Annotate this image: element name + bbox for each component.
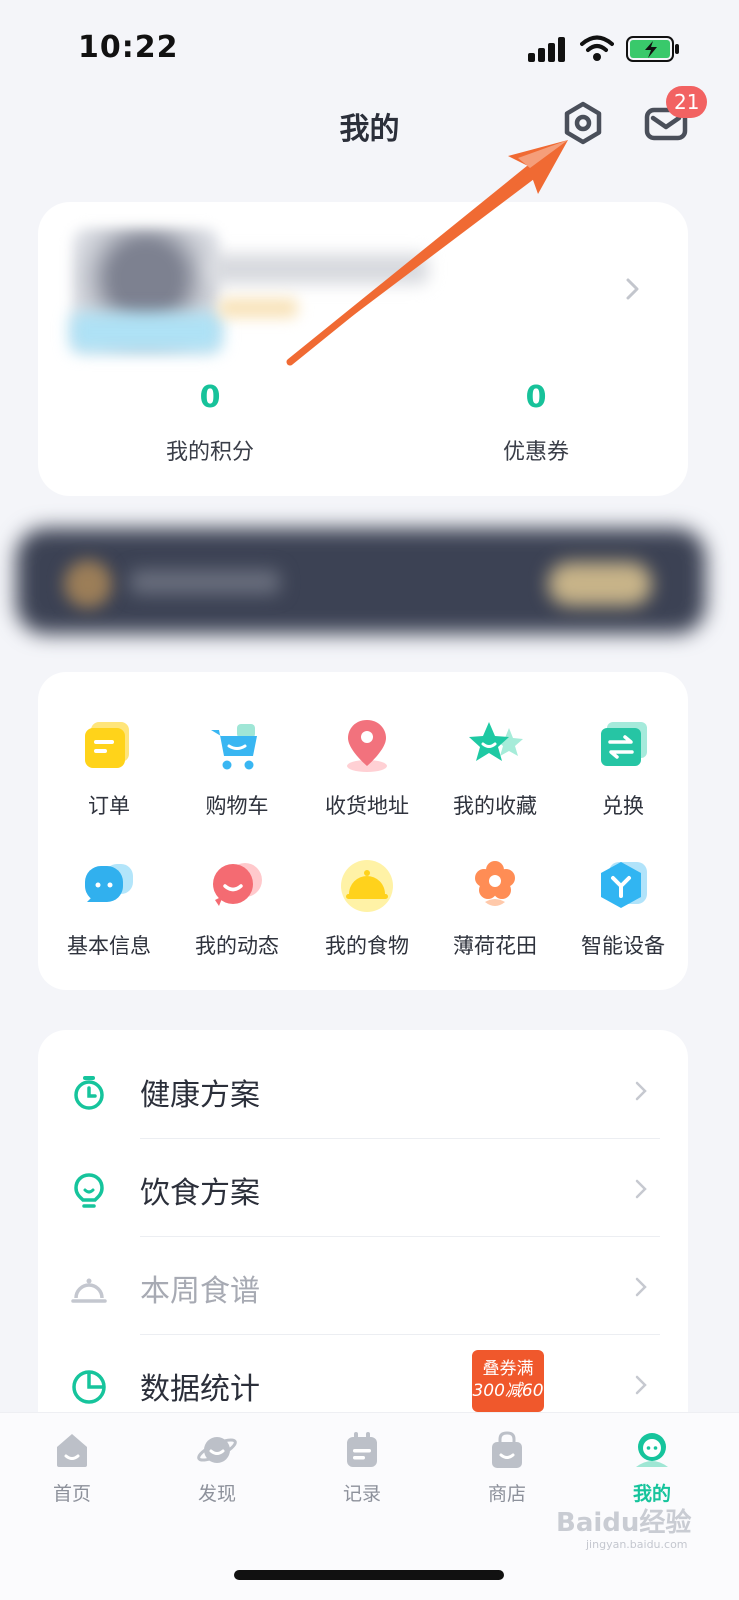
battery-icon bbox=[626, 36, 679, 62]
coupons-value: 0 bbox=[525, 380, 547, 415]
points-value: 0 bbox=[199, 380, 221, 415]
shortcut-label: 购物车 bbox=[205, 794, 269, 818]
star-icon bbox=[469, 722, 523, 761]
status-time: 10:22 bbox=[78, 30, 179, 65]
planet-icon bbox=[197, 1437, 237, 1463]
shortcut-label: 智能设备 bbox=[581, 934, 665, 958]
tab-records[interactable]: 记录 bbox=[307, 1429, 417, 1506]
shortcut-label: 薄荷花田 bbox=[453, 934, 537, 958]
smart-device-icon bbox=[601, 862, 647, 908]
divider bbox=[140, 1334, 660, 1335]
shortcut-label: 我的食物 bbox=[325, 934, 409, 958]
chevron-right-icon bbox=[635, 1179, 647, 1199]
cloche-icon bbox=[71, 1278, 107, 1303]
wifi-icon bbox=[580, 35, 614, 61]
shopping-bag-icon bbox=[492, 1431, 522, 1468]
flower-icon bbox=[475, 861, 515, 906]
menu-item-diet-plan[interactable]: 饮食方案 bbox=[38, 1140, 688, 1238]
tab-label: 商店 bbox=[487, 1483, 526, 1505]
shortcut-label: 订单 bbox=[88, 794, 130, 818]
smile-bubble-icon bbox=[213, 863, 262, 906]
points-stat[interactable]: 0 我的积分 bbox=[100, 378, 320, 466]
banner-action-button[interactable] bbox=[548, 562, 652, 606]
shortcut-order[interactable]: 订单 bbox=[44, 716, 174, 836]
cellular-signal-icon bbox=[528, 36, 568, 62]
tab-shop[interactable]: 商店 bbox=[452, 1429, 562, 1506]
pie-chart-icon bbox=[72, 1370, 106, 1404]
menu-item-label: 饮食方案 bbox=[140, 1176, 260, 1211]
calendar-icon bbox=[347, 1432, 377, 1467]
promo-line2: 300减60 bbox=[472, 1381, 544, 1401]
coupons-stat[interactable]: 0 优惠券 bbox=[426, 378, 646, 466]
tab-me[interactable]: 我的 bbox=[597, 1429, 707, 1506]
divider bbox=[140, 1138, 660, 1139]
shortcut-exchange[interactable]: 兑换 bbox=[558, 716, 688, 836]
promo-line1: 叠券满 bbox=[482, 1359, 534, 1379]
food-cloche-icon bbox=[341, 860, 393, 912]
shortcut-label: 我的动态 bbox=[195, 934, 279, 958]
shortcut-moments[interactable]: 我的动态 bbox=[172, 856, 302, 976]
shortcut-favorites[interactable]: 我的收藏 bbox=[430, 716, 560, 836]
tab-label: 记录 bbox=[342, 1483, 381, 1505]
shortcut-cart[interactable]: 购物车 bbox=[172, 716, 302, 836]
shortcut-flower-field[interactable]: 薄荷花田 bbox=[430, 856, 560, 976]
profile-card[interactable]: 0 我的积分 0 优惠券 bbox=[38, 202, 688, 496]
me-icon bbox=[636, 1433, 668, 1467]
cart-icon bbox=[211, 724, 257, 770]
order-icon bbox=[85, 722, 129, 768]
menu-item-label: 本周食谱 bbox=[140, 1274, 260, 1309]
shortcut-label: 基本信息 bbox=[67, 934, 151, 958]
chevron-right-icon bbox=[635, 1081, 647, 1101]
avatar-blurred-band bbox=[70, 312, 222, 352]
coupons-label: 优惠券 bbox=[502, 440, 569, 465]
timer-icon bbox=[74, 1076, 104, 1110]
shop-promo-badge[interactable]: 叠券满 300减60 bbox=[472, 1350, 544, 1420]
shortcut-basic-info[interactable]: 基本信息 bbox=[44, 856, 174, 976]
settings-gear-icon[interactable] bbox=[560, 100, 606, 146]
menu-list: 健康方案 饮食方案 本周食谱 数据统计 bbox=[38, 1030, 688, 1450]
location-pin-icon bbox=[347, 720, 387, 772]
banner-coin-icon bbox=[64, 560, 112, 608]
chevron-right-icon bbox=[626, 278, 639, 300]
home-icon bbox=[57, 1434, 87, 1467]
shortcut-my-food[interactable]: 我的食物 bbox=[302, 856, 432, 976]
menu-item-label: 数据统计 bbox=[140, 1372, 260, 1407]
menu-item-health-plan[interactable]: 健康方案 bbox=[38, 1042, 688, 1140]
shortcut-label: 兑换 bbox=[602, 794, 644, 818]
chevron-right-icon bbox=[635, 1375, 647, 1395]
member-tag-blurred bbox=[218, 298, 298, 318]
username-blurred bbox=[208, 254, 428, 284]
watermark-url: jingyan.baidu.com bbox=[586, 1538, 688, 1551]
watermark-logo: Baidu经验 bbox=[556, 1508, 692, 1538]
exchange-icon bbox=[601, 722, 647, 766]
home-indicator[interactable] bbox=[234, 1570, 504, 1580]
menu-item-weekly-recipes[interactable]: 本周食谱 bbox=[38, 1238, 688, 1336]
page-title: 我的 bbox=[339, 112, 400, 147]
tab-label: 发现 bbox=[197, 1483, 236, 1505]
shortcut-smart-device[interactable]: 智能设备 bbox=[558, 856, 688, 976]
shortcut-grid: 订单 购物车 收货地址 我的收藏 兑换 基本信息 我的动态 我的食物 薄荷花田 … bbox=[38, 672, 688, 990]
shortcut-address[interactable]: 收货地址 bbox=[302, 716, 432, 836]
points-label: 我的积分 bbox=[165, 440, 254, 465]
lightbulb-icon bbox=[74, 1173, 104, 1208]
tab-label: 首页 bbox=[52, 1483, 91, 1505]
chevron-right-icon bbox=[635, 1277, 647, 1297]
shortcut-label: 收货地址 bbox=[325, 794, 409, 818]
status-bar: 10:22 bbox=[0, 0, 739, 96]
tab-home[interactable]: 首页 bbox=[17, 1429, 127, 1506]
banner-text-blurred bbox=[130, 570, 280, 594]
unread-count-badge: 21 bbox=[666, 86, 708, 118]
profile-bubble-icon bbox=[85, 864, 133, 902]
shortcut-label: 我的收藏 bbox=[453, 794, 537, 818]
menu-item-label: 健康方案 bbox=[140, 1078, 260, 1113]
tab-discover[interactable]: 发现 bbox=[162, 1429, 272, 1506]
divider bbox=[140, 1236, 660, 1237]
